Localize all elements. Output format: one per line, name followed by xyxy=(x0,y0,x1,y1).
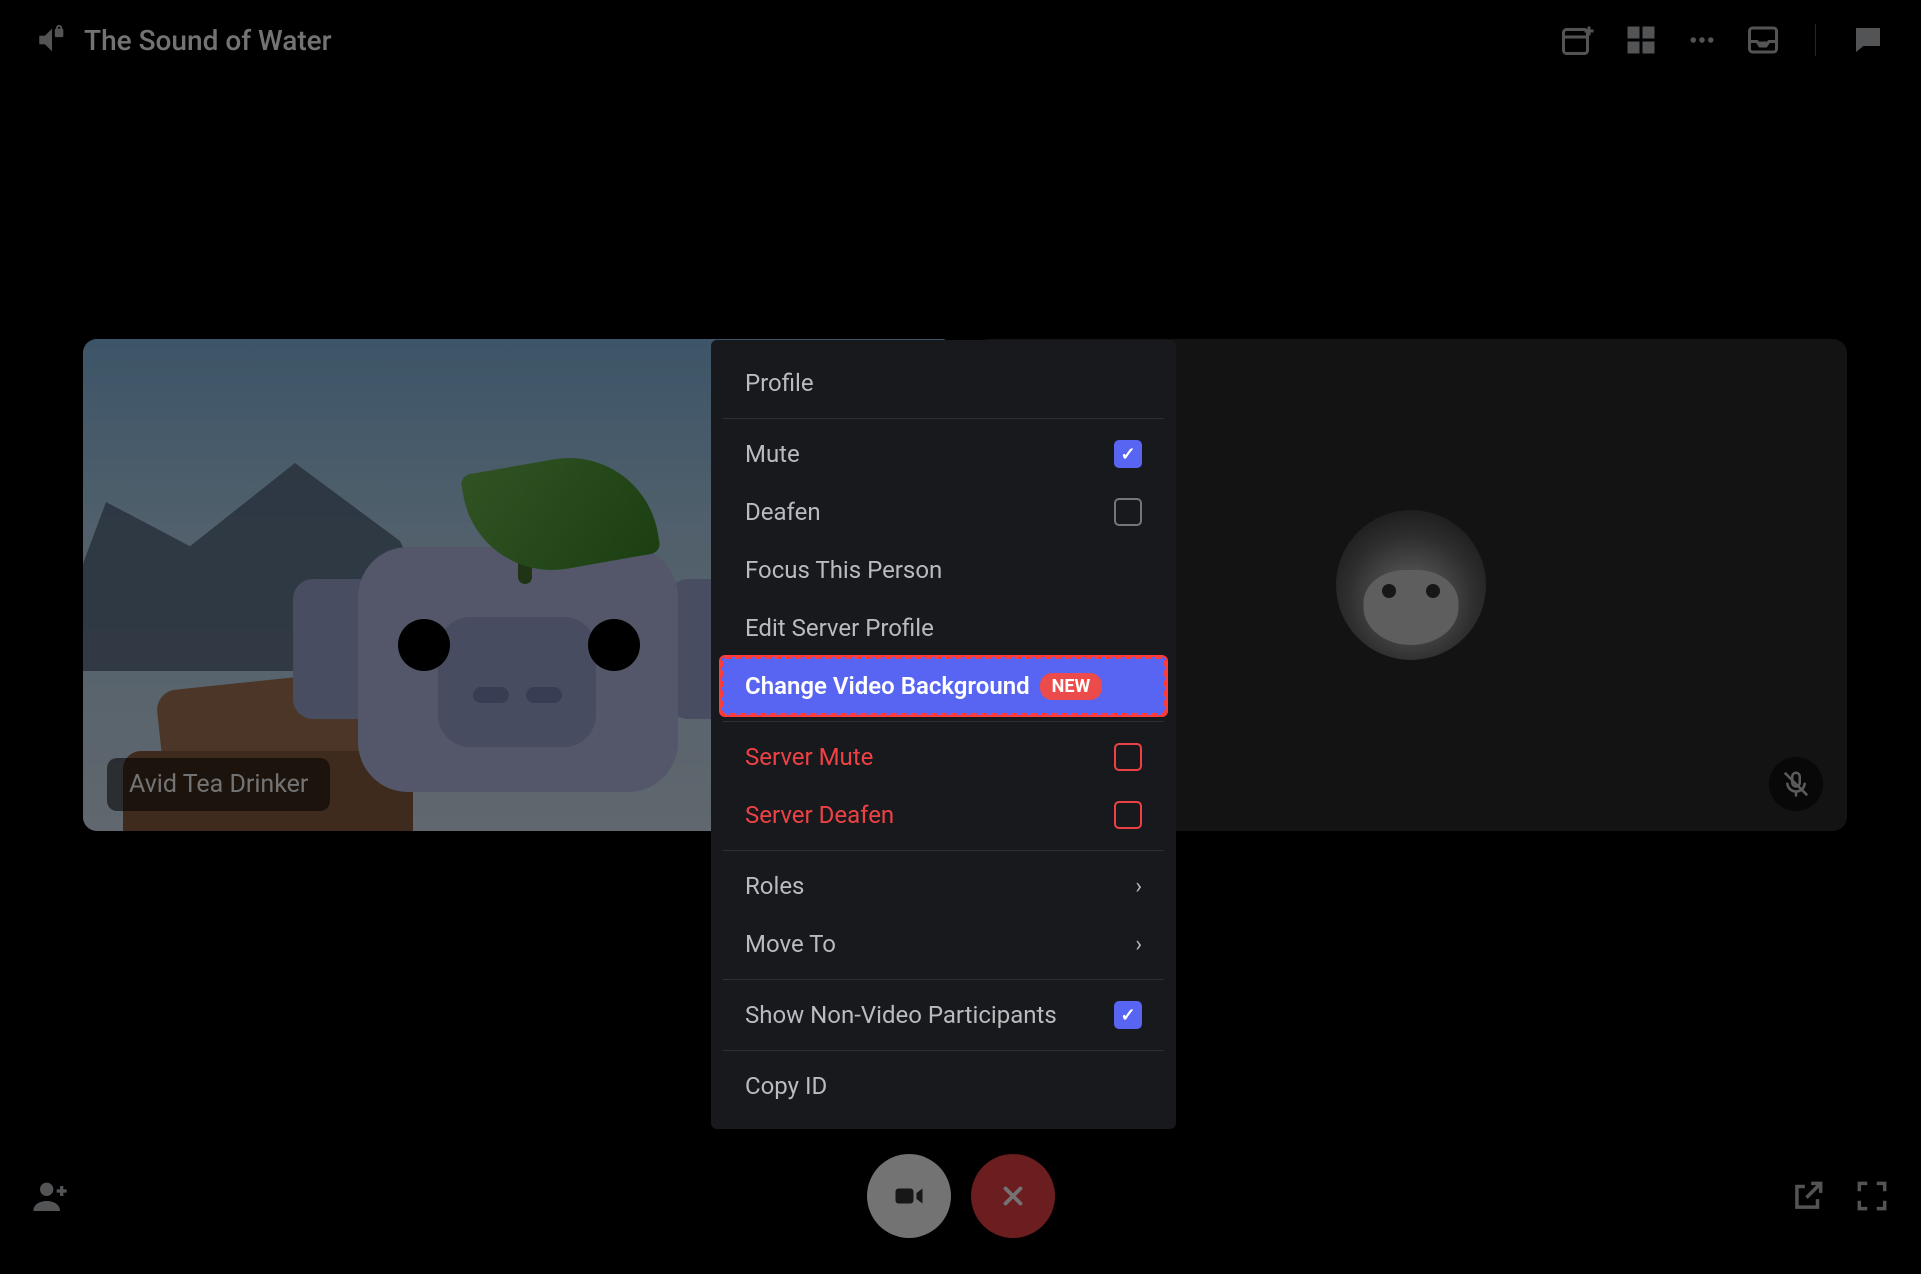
menu-server-deafen[interactable]: Server Deafen xyxy=(721,786,1166,844)
menu-edit-server-profile[interactable]: Edit Server Profile xyxy=(721,599,1166,657)
checkbox-icon[interactable] xyxy=(1114,440,1142,468)
checkbox-icon[interactable] xyxy=(1114,498,1142,526)
menu-profile[interactable]: Profile xyxy=(721,354,1166,412)
menu-label: Copy ID xyxy=(745,1072,827,1100)
menu-label: Deafen xyxy=(745,498,821,526)
menu-focus-person[interactable]: Focus This Person xyxy=(721,541,1166,599)
menu-label: Focus This Person xyxy=(745,556,942,584)
checkbox-icon[interactable] xyxy=(1114,743,1142,771)
menu-label: Server Mute xyxy=(745,743,873,771)
menu-deafen[interactable]: Deafen xyxy=(721,483,1166,541)
menu-server-mute[interactable]: Server Mute xyxy=(721,728,1166,786)
menu-change-video-background[interactable]: Change Video Background NEW xyxy=(721,657,1166,715)
menu-separator xyxy=(723,721,1164,722)
menu-label-wrap: Change Video Background NEW xyxy=(745,672,1102,700)
menu-label: Server Deafen xyxy=(745,801,894,829)
menu-roles[interactable]: Roles › xyxy=(721,857,1166,915)
menu-label: Profile xyxy=(745,369,814,397)
menu-separator xyxy=(723,979,1164,980)
menu-label: Edit Server Profile xyxy=(745,614,934,642)
checkbox-icon[interactable] xyxy=(1114,1001,1142,1029)
menu-move-to[interactable]: Move To › xyxy=(721,915,1166,973)
menu-label: Roles xyxy=(745,872,804,900)
chevron-right-icon: › xyxy=(1135,874,1142,899)
menu-label: Show Non-Video Participants xyxy=(745,1001,1057,1029)
checkbox-icon[interactable] xyxy=(1114,801,1142,829)
menu-separator xyxy=(723,1050,1164,1051)
menu-separator xyxy=(723,418,1164,419)
menu-label: Move To xyxy=(745,930,836,958)
chevron-right-icon: › xyxy=(1135,932,1142,957)
menu-label: Mute xyxy=(745,440,800,468)
menu-show-non-video[interactable]: Show Non-Video Participants xyxy=(721,986,1166,1044)
menu-separator xyxy=(723,850,1164,851)
menu-copy-id[interactable]: Copy ID xyxy=(721,1057,1166,1115)
new-badge: NEW xyxy=(1040,673,1103,700)
user-context-menu: Profile Mute Deafen Focus This Person Ed… xyxy=(711,340,1176,1129)
menu-label: Change Video Background xyxy=(745,672,1030,700)
menu-mute[interactable]: Mute xyxy=(721,425,1166,483)
